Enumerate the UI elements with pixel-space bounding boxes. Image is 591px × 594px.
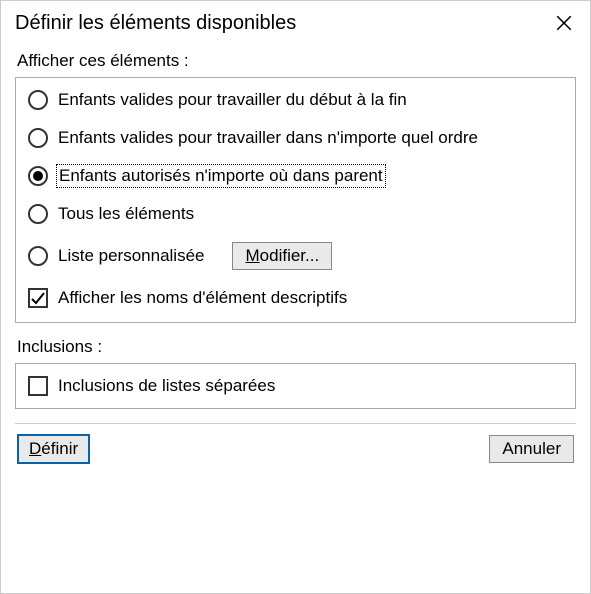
checkbox-descriptive-names[interactable]: Afficher les noms d'élément descriptifs <box>28 288 563 308</box>
radio-valid-any-order[interactable]: Enfants valides pour travailler dans n'i… <box>28 128 563 148</box>
titlebar: Définir les éléments disponibles <box>1 1 590 49</box>
checkbox-icon <box>28 376 48 396</box>
close-button[interactable] <box>550 9 578 37</box>
radio-label: Liste personnalisée <box>58 246 204 266</box>
checkbox-icon <box>28 288 48 308</box>
radio-label: Enfants autorisés n'importe où dans pare… <box>58 166 384 186</box>
radio-icon <box>28 246 48 266</box>
radio-label: Enfants valides pour travailler du début… <box>58 90 407 110</box>
radio-valid-start-to-end[interactable]: Enfants valides pour travailler du début… <box>28 90 563 110</box>
show-elements-group: Enfants valides pour travailler du début… <box>15 77 576 323</box>
dialog-footer: Définir Annuler <box>15 434 576 464</box>
radio-custom-list[interactable]: Liste personnalisée <box>28 246 204 266</box>
radio-label: Tous les éléments <box>58 204 194 224</box>
inclusions-label: Inclusions : <box>17 337 576 357</box>
define-button[interactable]: Définir <box>17 434 90 464</box>
checkbox-separate-list-inclusions[interactable]: Inclusions de listes séparées <box>28 376 563 396</box>
cancel-button[interactable]: Annuler <box>489 435 574 463</box>
dialog-define-available-elements: Définir les éléments disponibles Affiche… <box>0 0 591 594</box>
radio-icon <box>28 90 48 110</box>
separator <box>15 423 576 424</box>
radio-allowed-anywhere[interactable]: Enfants autorisés n'importe où dans pare… <box>28 166 563 186</box>
radio-icon <box>28 166 48 186</box>
show-elements-label: Afficher ces éléments : <box>17 51 576 71</box>
dialog-body: Afficher ces éléments : Enfants valides … <box>1 49 590 478</box>
checkbox-label: Afficher les noms d'élément descriptifs <box>58 288 347 308</box>
modify-button[interactable]: Modifier... <box>232 242 332 270</box>
close-icon <box>555 14 573 32</box>
radio-custom-list-row: Liste personnalisée Modifier... <box>28 242 563 270</box>
radio-all-elements[interactable]: Tous les éléments <box>28 204 563 224</box>
checkbox-label: Inclusions de listes séparées <box>58 376 275 396</box>
radio-icon <box>28 204 48 224</box>
inclusions-group: Inclusions de listes séparées <box>15 363 576 409</box>
radio-label: Enfants valides pour travailler dans n'i… <box>58 128 478 148</box>
dialog-title: Définir les éléments disponibles <box>15 12 296 35</box>
radio-icon <box>28 128 48 148</box>
